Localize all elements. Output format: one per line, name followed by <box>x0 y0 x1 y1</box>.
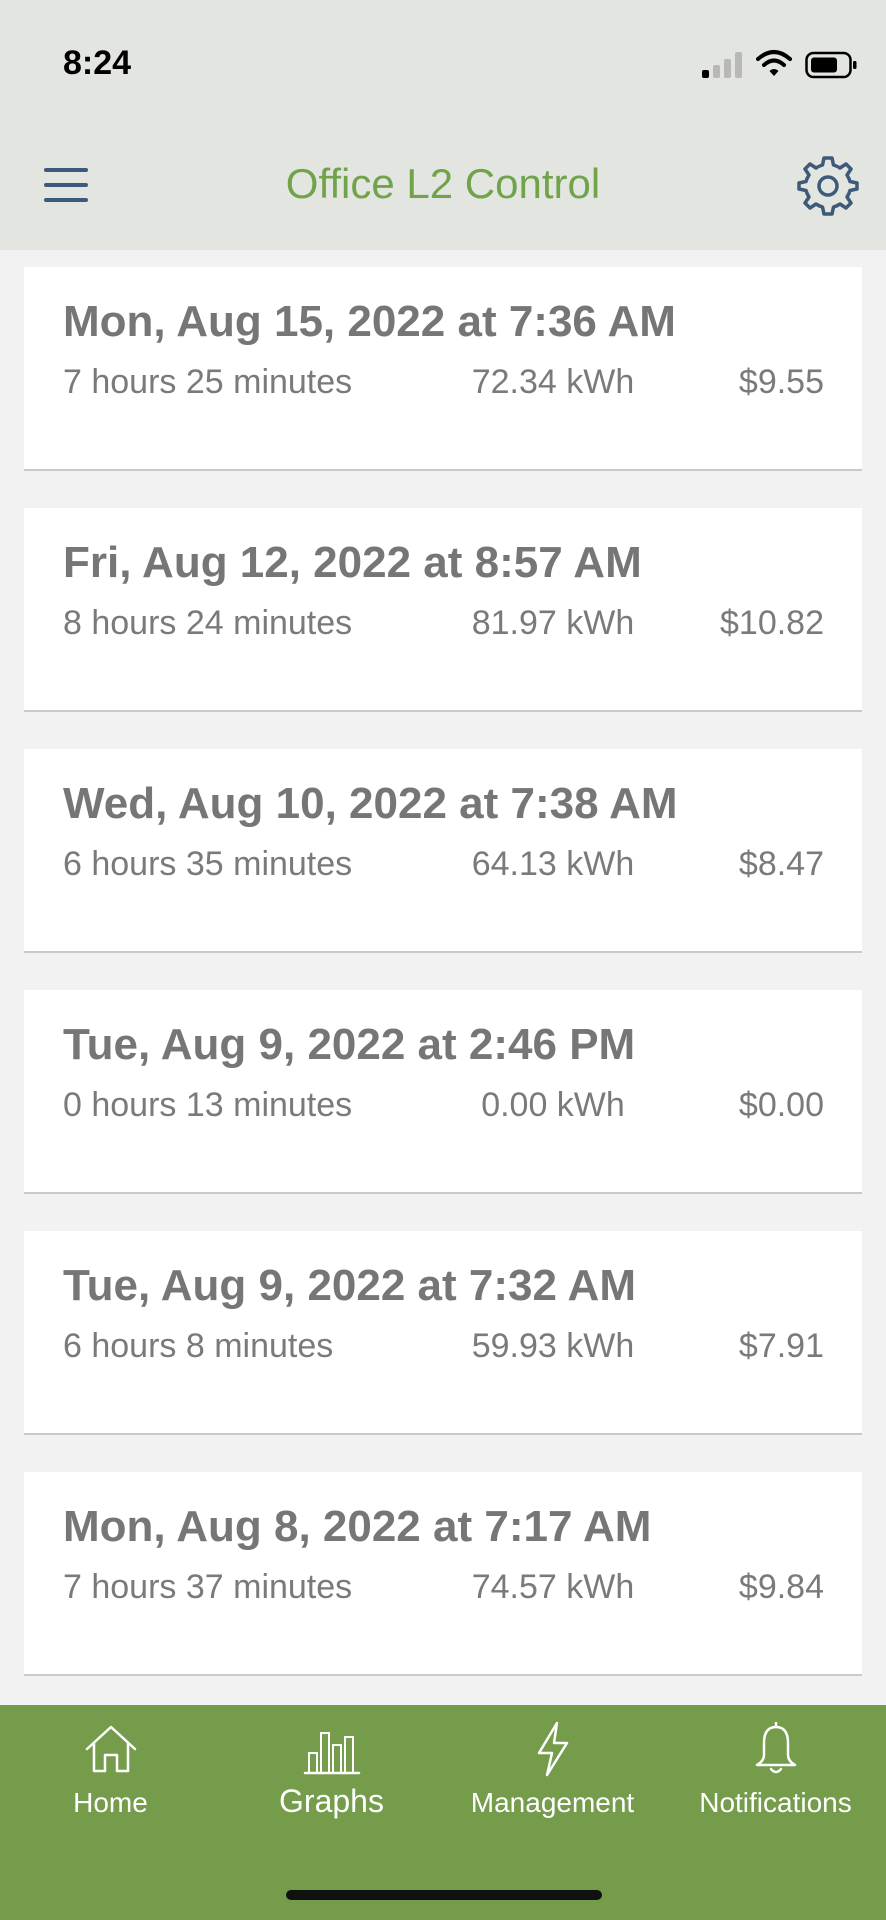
session-cost: $8.47 <box>738 845 824 883</box>
session-card[interactable]: Tue, Aug 9, 2022 at 2:46 PM 0 hours 13 m… <box>24 990 862 1194</box>
gear-icon[interactable] <box>796 154 860 218</box>
bell-icon <box>755 1721 796 1774</box>
tab-label: Management <box>470 1787 635 1818</box>
cellular-signal-icon <box>702 52 744 78</box>
session-card[interactable]: Wed, Aug 10, 2022 at 7:38 AM 6 hours 35 … <box>24 749 862 953</box>
status-time: 8:24 <box>63 44 132 82</box>
session-card[interactable]: Fri, Aug 12, 2022 at 8:57 AM 8 hours 24 … <box>24 508 862 712</box>
session-date: Wed, Aug 10, 2022 at 7:38 AM <box>63 779 678 828</box>
session-cost: $7.91 <box>738 1327 824 1365</box>
tab-graphs[interactable]: Graphs <box>221 1705 442 1855</box>
session-card[interactable]: Tue, Aug 9, 2022 at 7:32 AM 6 hours 8 mi… <box>24 1231 862 1435</box>
navigation-bar: Office L2 Control <box>0 120 886 250</box>
session-duration: 0 hours 13 minutes <box>63 1086 353 1124</box>
lightning-bolt-icon <box>537 1721 568 1777</box>
session-date: Mon, Aug 8, 2022 at 7:17 AM <box>63 1502 652 1551</box>
tab-bar: Home Graphs Management Notifications <box>0 1705 886 1920</box>
charging-session-list[interactable]: Mon, Aug 15, 2022 at 7:36 AM 7 hours 25 … <box>0 250 886 1705</box>
session-cost: $10.82 <box>720 604 824 642</box>
session-energy: 81.97 kWh <box>471 604 635 642</box>
session-energy: 74.57 kWh <box>471 1568 635 1606</box>
session-card[interactable]: Mon, Aug 8, 2022 at 7:17 AM 7 hours 37 m… <box>24 1472 862 1676</box>
session-date: Mon, Aug 15, 2022 at 7:36 AM <box>63 297 676 346</box>
tab-label: Home <box>73 1787 148 1818</box>
session-card[interactable]: Mon, Aug 15, 2022 at 7:36 AM 7 hours 25 … <box>24 267 862 471</box>
session-energy: 0.00 kWh <box>481 1086 625 1124</box>
session-energy: 72.34 kWh <box>471 363 635 401</box>
session-energy: 64.13 kWh <box>471 845 635 883</box>
home-indicator[interactable] <box>286 1890 602 1900</box>
session-duration: 6 hours 35 minutes <box>63 845 353 883</box>
page-title: Office L2 Control <box>285 160 601 207</box>
session-date: Tue, Aug 9, 2022 at 2:46 PM <box>63 1020 636 1069</box>
session-duration: 7 hours 37 minutes <box>63 1568 353 1606</box>
session-duration: 7 hours 25 minutes <box>63 363 353 401</box>
status-bar: 8:24 <box>0 0 886 120</box>
session-duration: 8 hours 24 minutes <box>63 604 353 642</box>
tab-label: Graphs <box>279 1783 384 1819</box>
session-cost: $9.84 <box>738 1568 824 1606</box>
session-date: Tue, Aug 9, 2022 at 7:32 AM <box>63 1261 636 1310</box>
tab-home[interactable]: Home <box>0 1705 221 1855</box>
home-icon <box>85 1725 136 1773</box>
session-cost: $0.00 <box>738 1086 824 1124</box>
session-energy: 59.93 kWh <box>471 1327 635 1365</box>
tab-notifications[interactable]: Notifications <box>665 1705 886 1855</box>
wifi-icon <box>756 50 792 76</box>
session-cost: $9.55 <box>738 363 824 401</box>
session-date: Fri, Aug 12, 2022 at 8:57 AM <box>63 538 642 587</box>
battery-icon <box>805 51 857 79</box>
tab-management[interactable]: Management <box>442 1705 663 1855</box>
bar-chart-icon <box>303 1732 360 1775</box>
session-duration: 6 hours 8 minutes <box>63 1327 334 1365</box>
tab-label: Notifications <box>699 1787 852 1818</box>
